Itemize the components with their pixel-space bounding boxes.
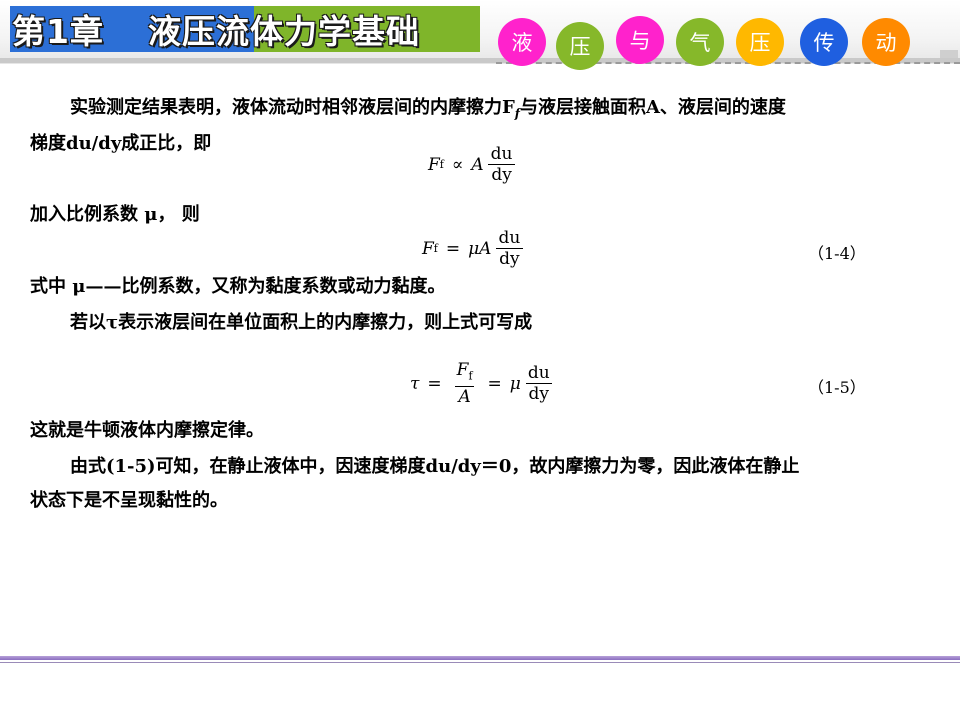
para1-line1: 实验测定结果表明，液体流动时相邻液层间的内摩擦力Ff与液层接触面积A、液层间的速… xyxy=(70,97,786,121)
equation-3-number: （1-5） xyxy=(808,378,866,397)
equation-3: τ = Ff A = μ du dy xyxy=(410,360,557,407)
line-newton-law: 这就是牛顿液体内摩擦定律。 xyxy=(30,420,264,441)
footer-divider-thin xyxy=(0,662,960,663)
para1-line2: 梯度du/dy成正比，即 xyxy=(30,133,212,154)
eq2-fraction: du dy xyxy=(495,228,523,269)
slide-content: 实验测定结果表明，液体流动时相邻液层间的内摩擦力Ff与液层接触面积A、液层间的速… xyxy=(0,0,960,720)
line-add-coefficient: 加入比例系数 μ， 则 xyxy=(30,204,200,225)
line-tau-definition: 若以τ表示液层间在单位面积上的内摩擦力，则上式可写成 xyxy=(70,312,533,333)
equation-2: Ff = μA du dy xyxy=(422,228,527,269)
equation-1: Ff ∝ A du dy xyxy=(428,144,520,185)
eq3-fraction-du-dy: du dy xyxy=(525,363,553,404)
line-where-mu: 式中 μ——比例系数，又称为黏度系数或动力黏度。 xyxy=(30,276,446,297)
para-last-line1: 由式(1-5)可知，在静止液体中，因速度梯度du/dy＝0，故内摩擦力为零，因此… xyxy=(70,456,800,477)
eq1-fraction: du dy xyxy=(488,144,516,185)
eq3-fraction-ff-a: Ff A xyxy=(455,360,474,408)
equation-2-number: （1-4） xyxy=(808,244,866,263)
para-last-line2: 状态下是不呈现黏性的。 xyxy=(30,490,228,511)
footer-divider xyxy=(0,656,960,660)
